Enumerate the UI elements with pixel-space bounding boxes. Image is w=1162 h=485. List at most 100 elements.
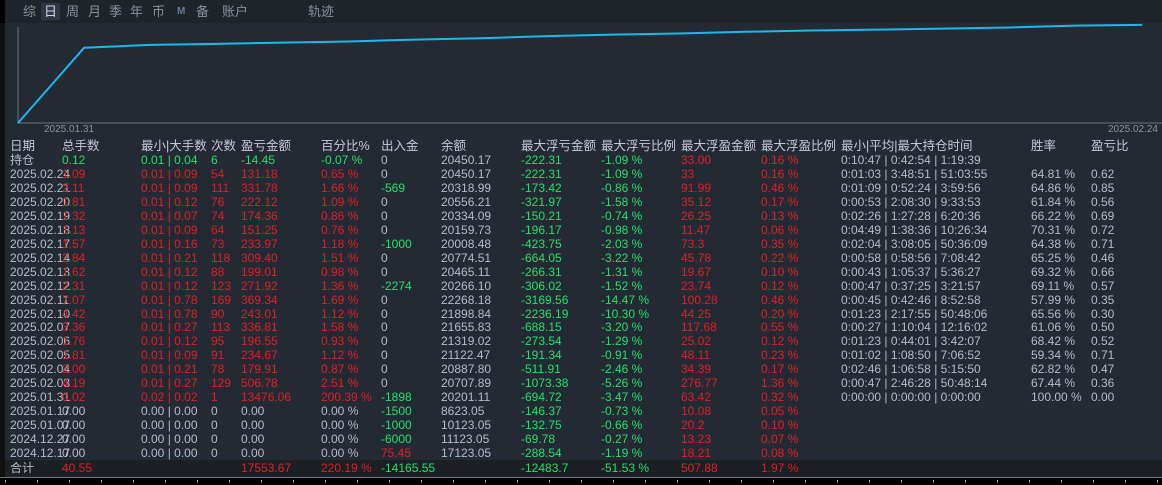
table-row[interactable]: 2025.02.21 2.11 0.01 | 0.09 111 331.78 1.66 %… [5, 181, 1162, 195]
cell-3: 113 [211, 320, 231, 335]
table-row[interactable]: 2025.02.04 2.00 0.01 | 0.21 78 179.91 0.87 % 0… [5, 362, 1162, 376]
cell-4: 506.78 [241, 376, 278, 391]
cell-3: 6 [211, 153, 218, 167]
table-row[interactable]: 2025.02.13 1.62 0.01 | 0.12 88 199.01 0.98 % 0… [5, 265, 1162, 279]
table-row[interactable]: 2025.02.06 1.76 0.01 | 0.12 95 196.55 0.93 % 0… [5, 334, 1162, 348]
cell-10: 100.28 [681, 292, 718, 307]
cell-8: -132.75 [521, 418, 562, 433]
timeline-tick [1029, 480, 1030, 483]
cell-10: 117.68 [681, 320, 717, 335]
cell-13: 67.44 % [1031, 376, 1076, 391]
equity-chart-svg [17, 23, 1162, 124]
cell-2: 0.01 | 0.78 [141, 306, 198, 321]
cell-5: 1.51 % [321, 250, 359, 265]
header-6: 出入金 [381, 139, 419, 153]
tab-9[interactable]: 账户 [219, 3, 251, 20]
cell-2: 0.00 | 0.00 [141, 446, 198, 460]
cell-5: 0.87 % [321, 362, 359, 377]
cell-1: 0.00 [62, 404, 86, 419]
timeline-tick [645, 480, 646, 483]
table-row[interactable]: 2025.01.17 0.00 0.00 | 0.00 0 0.00 0.00 % -150… [5, 404, 1162, 418]
cell-10: 48.11 [681, 348, 711, 363]
table-row[interactable]: 2025.02.03 4.19 0.01 | 0.27 129 506.78 2.51 %… [5, 376, 1162, 390]
cell-8: -1073.38 [521, 376, 569, 391]
cell-6: -1000 [381, 418, 412, 433]
table-row[interactable]: 2024.12.17 0.00 0.00 | 0.00 0 0.00 0.00 % 75.4… [5, 446, 1162, 460]
cell-8: -69.78 [521, 432, 556, 447]
cell-4: 243.01 [241, 306, 278, 321]
tab-7[interactable]: M [174, 3, 188, 20]
table-row[interactable]: 2025.02.24 1.09 0.01 | 0.09 54 131.18 0.65 % 0… [5, 167, 1162, 181]
cell-10: 26.25 [681, 208, 712, 223]
cell-6: 0 [381, 306, 388, 321]
equity-point [877, 29, 879, 31]
timeline-tick [1125, 480, 1126, 483]
timeline-tick [69, 480, 70, 483]
cell-9: -5.26 % [601, 376, 643, 391]
cell-3: 95 [211, 334, 225, 349]
cell-14: 0.57 [1091, 278, 1115, 293]
cell-5: 1.12 % [321, 348, 359, 363]
cell-13: 100.00 % [1031, 390, 1082, 405]
table-header[interactable]: 日期 总手数 最小|大手数 次数 盈亏金额 百分比% 出入金 余额 最大浮亏金额 最大浮亏比例 最大… [5, 139, 1162, 153]
timeline-tick [741, 480, 742, 483]
timeline-tick [5, 480, 6, 483]
cell-8: -511.91 [521, 362, 561, 377]
cell-4: 196.55 [241, 334, 278, 349]
tab-5[interactable]: 年 [127, 3, 146, 20]
holding-row[interactable]: 持仓 0.12 0.01 | 0.04 6 -14.45 -0.07 % 0 20450.17… [5, 153, 1162, 167]
cell-7: 20008.48 [441, 236, 492, 251]
tab-1[interactable]: 日 [41, 3, 61, 20]
tab-0[interactable]: 综 [20, 3, 39, 20]
table-row[interactable]: 2025.02.14 2.84 0.01 | 0.21 118 309.40 1.51 %… [5, 251, 1162, 265]
cell-1: 7.07 [62, 292, 86, 307]
bottom-timeline-strip[interactable] [0, 477, 1162, 485]
equity-point [215, 43, 217, 45]
cell-14: 0.71 [1091, 348, 1115, 363]
table-row[interactable]: 2025.02.11 7.07 0.01 | 0.78 169 369.34 1.69 %… [5, 293, 1162, 307]
cell-4: 17553.67 [241, 461, 292, 475]
cell-1: 1.32 [62, 208, 86, 223]
cell-12: 0:10:47 | 0:42:54 | 1:19:39 [841, 153, 981, 167]
tab-3[interactable]: 月 [85, 3, 104, 20]
cell-13: 66.22 % [1031, 208, 1076, 223]
cell-11: 0.32 % [761, 390, 799, 405]
tab-8[interactable]: 备 [193, 3, 212, 20]
timeline-tick [421, 480, 422, 483]
tab-6[interactable]: 币 [149, 3, 168, 20]
period-tab-bar: 综日周月季年币 M 备账户 轨迹 [0, 0, 1162, 23]
timeline-tick [1061, 480, 1062, 483]
table-row[interactable]: 2024.12.27 0.00 0.00 | 0.00 0 0.00 0.00 % -600… [5, 432, 1162, 446]
cell-4: 309.40 [241, 250, 278, 265]
table-row[interactable]: 2025.01.07 0.00 0.00 | 0.00 0 0.00 0.00 % -100… [5, 418, 1162, 432]
cell-7: 20450.17 [441, 167, 492, 181]
header-4: 盈亏金额 [241, 139, 292, 153]
table-row[interactable]: 2025.02.19 1.32 0.01 | 0.07 74 174.36 0.86 % 0… [5, 209, 1162, 223]
table-row[interactable]: 2025.02.20 1.81 0.01 | 0.12 76 222.12 1.09 % 0… [5, 195, 1162, 209]
cell-2: 0.00 | 0.00 [141, 404, 198, 419]
cell-6: -569 [381, 180, 406, 195]
header-14: 盈亏比 [1091, 139, 1129, 153]
tab-2[interactable]: 周 [63, 3, 82, 20]
timeline-tick [197, 480, 198, 483]
table-row[interactable]: 2025.02.18 1.13 0.01 | 0.09 64 151.25 0.76 % 0… [5, 223, 1162, 237]
cell-12: 0:00:00 | 0:00:00 | 0:00:00 [841, 390, 981, 405]
cell-14: 0.52 [1091, 334, 1115, 349]
table-row[interactable]: 2025.02.07 3.36 0.01 | 0.27 113 336.81 1.58 %… [5, 320, 1162, 334]
cell-10: 25.02 [681, 334, 712, 349]
cell-13: 65.56 % [1031, 306, 1076, 321]
tab-4[interactable]: 季 [106, 3, 125, 20]
cell-11: 0.20 % [761, 306, 799, 321]
total-row[interactable]: 合计 40.55 17553.67 220.19 % -14165.55 -12483.7… [5, 460, 1162, 476]
table-row[interactable]: 2025.02.05 1.81 0.01 | 0.09 91 234.67 1.12 % 0… [5, 348, 1162, 362]
header-10: 最大浮盈金额 [681, 139, 757, 153]
equity-point [810, 30, 812, 32]
cell-7: 20887.80 [441, 362, 492, 377]
tab-10[interactable]: 轨迹 [305, 3, 337, 20]
cell-13: 59.34 % [1031, 348, 1076, 363]
cell-10: 44.25 [681, 306, 712, 321]
table-row[interactable]: 2025.01.31 0.02 0.02 | 0.02 1 13476.06 200.39… [5, 390, 1162, 404]
table-row[interactable]: 2025.02.17 1.57 0.01 | 0.16 73 233.97 1.18 % -… [5, 237, 1162, 251]
table-row[interactable]: 2025.02.12 2.31 0.01 | 0.12 123 271.92 1.36 %… [5, 279, 1162, 293]
table-row[interactable]: 2025.02.10 4.42 0.01 | 0.78 90 243.01 1.12 % 0… [5, 307, 1162, 321]
